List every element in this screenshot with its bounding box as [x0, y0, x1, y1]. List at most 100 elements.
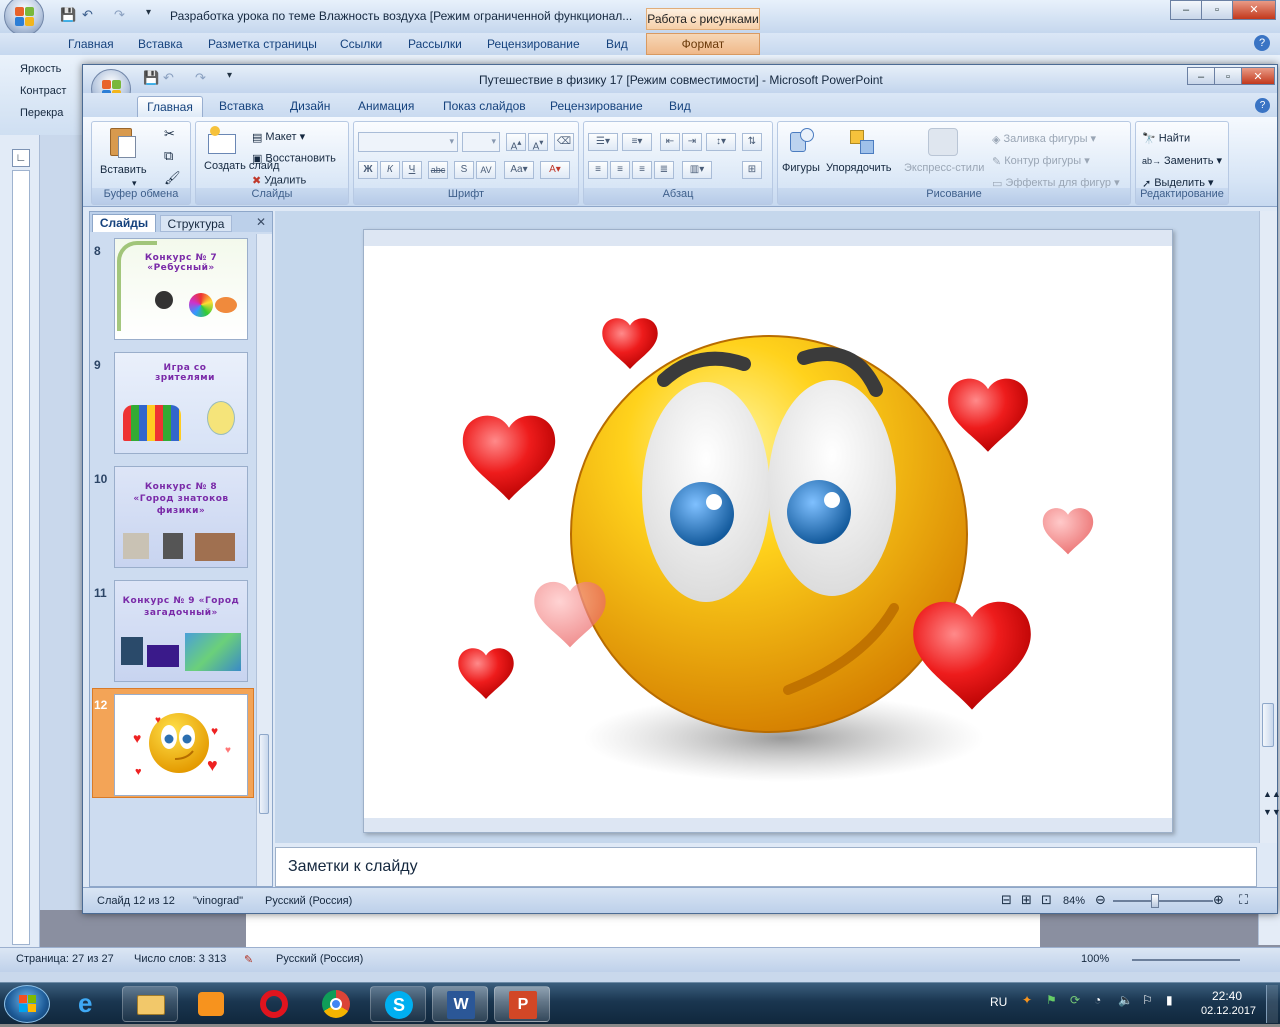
word-page-count[interactable]: Страница: 27 из 27 [16, 953, 114, 965]
reset-button[interactable]: ▣ Восстановить [252, 152, 336, 165]
word-help-icon[interactable]: ? [1254, 35, 1270, 51]
clear-format-icon[interactable]: ⌫ [554, 133, 574, 151]
show-desktop-button[interactable] [1266, 985, 1278, 1023]
slide-scroll-thumb[interactable] [1262, 703, 1274, 747]
paste-button[interactable]: Вставить [100, 164, 147, 176]
quick-styles-button[interactable]: Экспресс-стили [904, 162, 984, 174]
arrange-button[interactable]: Упорядочить [826, 162, 891, 174]
slide-thumbnail-11[interactable]: Конкурс № 9 «Город загадочный» [114, 580, 248, 682]
recolor-button[interactable]: Перекра [20, 107, 63, 119]
word-tab-review[interactable]: Рецензирование [487, 36, 580, 55]
columns-icon[interactable]: ▥▾ [682, 161, 712, 179]
volume-icon[interactable]: 🔈 [1118, 993, 1133, 1007]
word-close-button[interactable]: ✕ [1232, 0, 1276, 20]
strikethrough-icon[interactable]: abc [428, 161, 448, 179]
network-tray-icon[interactable]: ⚑ [1046, 993, 1057, 1007]
replace-button[interactable]: ab→ Заменить ▾ [1142, 154, 1222, 167]
ppt-tab-slideshow[interactable]: Показ слайдов [443, 99, 526, 113]
theme-name[interactable]: "vinograd" [193, 895, 243, 907]
spellcheck-icon[interactable]: ✎ [244, 953, 253, 966]
ppt-maximize-button[interactable]: ▫ [1214, 67, 1242, 85]
save-icon[interactable]: 💾 [60, 7, 76, 25]
justify-icon[interactable]: ≣ [654, 161, 674, 179]
current-slide[interactable] [363, 229, 1173, 833]
ppt-language[interactable]: Русский (Россия) [265, 895, 352, 907]
taskbar-ie[interactable]: e [62, 986, 118, 1022]
align-center-icon[interactable]: ≡ [610, 161, 630, 179]
word-minimize-button[interactable]: – [1170, 0, 1202, 20]
ppt-tab-design[interactable]: Дизайн [290, 99, 330, 113]
align-right-icon[interactable]: ≡ [632, 161, 652, 179]
font-color-icon[interactable]: A▾ [540, 161, 570, 179]
decrease-indent-icon[interactable]: ⇤ [660, 133, 680, 151]
office-button[interactable] [4, 0, 44, 36]
ppt-zoom-level[interactable]: 84% [1063, 895, 1085, 907]
brightness-button[interactable]: Яркость [20, 63, 61, 75]
delete-slide-button[interactable]: ✖ Удалить [252, 174, 306, 187]
shrink-font-icon[interactable]: A▾ [528, 133, 548, 152]
taskbar-word[interactable]: W [432, 986, 488, 1022]
ppt-tab-view[interactable]: Вид [669, 99, 691, 113]
font-size-select[interactable]: ▾ [462, 132, 500, 152]
slide-thumbnail-9[interactable]: Игра со зрителями [114, 352, 248, 454]
quick-styles-icon[interactable] [928, 128, 958, 156]
shapes-button[interactable]: Фигуры [782, 162, 820, 174]
panel-scroll-thumb[interactable] [259, 734, 269, 814]
taskbar-powerpoint[interactable]: P [494, 986, 550, 1022]
ppt-tab-home[interactable]: Главная [137, 96, 203, 118]
security-tray-icon[interactable]: ◔ [1094, 993, 1101, 1007]
normal-view-icon[interactable]: ⊟ [1001, 892, 1012, 908]
avast-icon[interactable]: ✦ [1022, 993, 1032, 1007]
word-tab-insert[interactable]: Вставка [138, 36, 183, 55]
zoom-in-icon[interactable]: ⊕ [1213, 892, 1224, 908]
word-word-count[interactable]: Число слов: 3 313 [134, 953, 226, 965]
copy-icon[interactable]: ⧉ [164, 148, 173, 164]
update-tray-icon[interactable]: ⟳ [1070, 993, 1080, 1007]
shadow-icon[interactable]: S [454, 161, 474, 179]
increase-indent-icon[interactable]: ⇥ [682, 133, 702, 151]
word-tab-mailings[interactable]: Рассылки [408, 36, 462, 55]
find-button[interactable]: 🔭 Найти [1142, 132, 1190, 145]
flag-icon[interactable]: ⚐ [1142, 993, 1153, 1007]
ppt-zoom-slider[interactable] [1113, 894, 1213, 908]
redo-icon[interactable]: ↷ [114, 7, 125, 25]
arrange-icon[interactable] [848, 128, 878, 156]
taskbar-chrome[interactable] [308, 986, 364, 1022]
slide-thumbnail-12[interactable]: ♥ ♥ ♥ ♥ ♥ ♥ [114, 694, 248, 796]
qat-dropdown-icon[interactable]: ▾ [146, 7, 151, 25]
cut-icon[interactable]: ✂ [164, 126, 175, 142]
taskbar-opera[interactable] [246, 986, 302, 1022]
ppt-tab-insert[interactable]: Вставка [219, 99, 264, 113]
align-left-icon[interactable]: ≡ [588, 161, 608, 179]
word-tab-format[interactable]: Формат [646, 33, 760, 55]
line-spacing-icon[interactable]: ↕▾ [706, 133, 736, 151]
panel-scrollbar[interactable] [256, 234, 272, 886]
format-painter-icon[interactable]: 🖌 [164, 170, 181, 186]
smiley-with-hearts[interactable] [364, 230, 1172, 834]
new-slide-icon[interactable] [206, 126, 238, 156]
contrast-button[interactable]: Контраст [20, 85, 66, 97]
layout-button[interactable]: ▤ Макет ▾ [252, 130, 305, 144]
panel-close-icon[interactable]: ✕ [256, 215, 266, 229]
italic-icon[interactable]: К [380, 161, 400, 179]
font-name-select[interactable]: ▾ [358, 132, 458, 152]
ppt-help-icon[interactable]: ? [1255, 98, 1270, 113]
change-case-icon[interactable]: Aa▾ [504, 161, 534, 179]
clock-time[interactable]: 22:40 [1212, 989, 1242, 1003]
slide-thumbnail-10[interactable]: Конкурс № 8 «Город знатоков физики» [114, 466, 248, 568]
word-zoom-slider[interactable] [1132, 959, 1240, 961]
zoom-out-icon[interactable]: ⊖ [1095, 892, 1106, 908]
grow-font-icon[interactable]: A▴ [506, 133, 526, 152]
paste-icon[interactable] [106, 126, 138, 162]
slide-thumbnail-8[interactable]: Конкурс № 7 «Ребусный» [114, 238, 248, 340]
clock-date[interactable]: 02.12.2017 [1201, 1005, 1256, 1017]
ppt-save-icon[interactable]: 💾 [143, 70, 159, 88]
numbering-icon[interactable]: ≡▾ [622, 133, 652, 151]
underline-icon[interactable]: Ч [402, 161, 422, 179]
word-tab-view[interactable]: Вид [606, 36, 628, 55]
shapes-icon[interactable] [788, 128, 818, 156]
next-slide-icon[interactable]: ▼▼ [1263, 807, 1280, 817]
taskbar-media[interactable] [184, 986, 240, 1022]
bold-icon[interactable]: Ж [358, 161, 378, 179]
ppt-tab-review[interactable]: Рецензирование [550, 99, 643, 113]
